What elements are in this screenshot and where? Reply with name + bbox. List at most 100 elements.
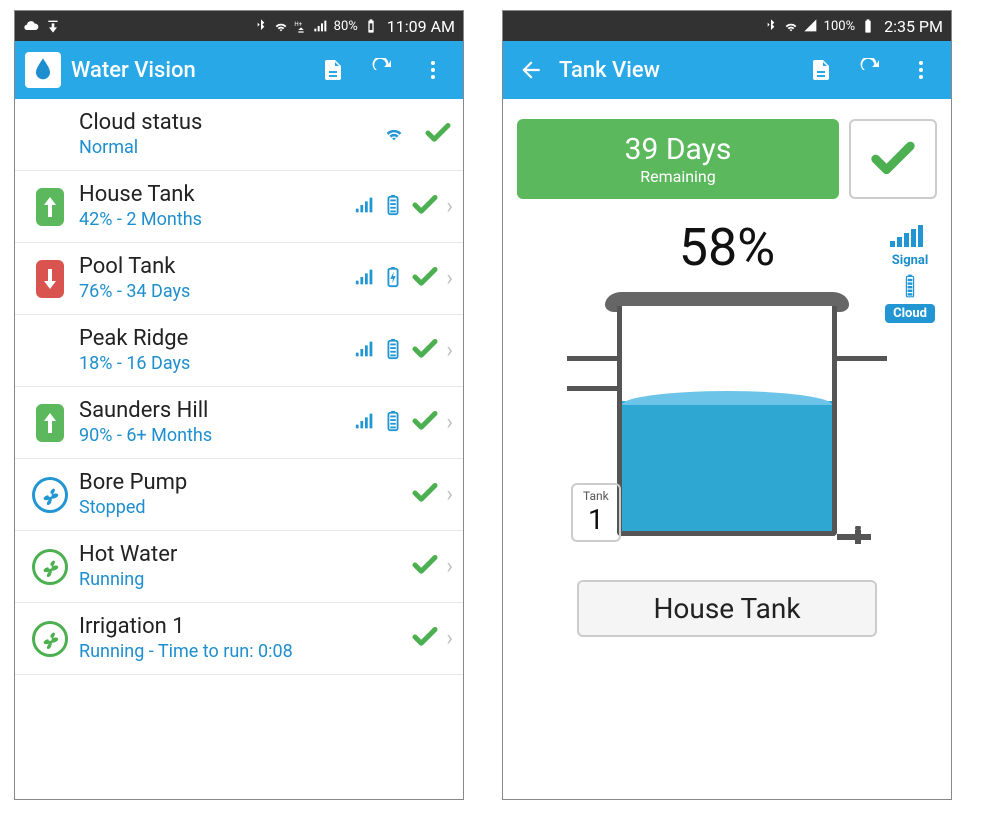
tank-diagram: Tank 1 — [567, 286, 887, 566]
battery-big-icon — [890, 274, 930, 298]
battery-icon — [382, 194, 404, 220]
check-icon — [410, 478, 440, 512]
brand-logo: WaterVision — [15, 664, 463, 793]
check-icon — [423, 118, 453, 152]
battery-icon — [382, 338, 404, 364]
chevron-right-icon: › — [446, 266, 453, 291]
overflow-button[interactable] — [413, 50, 453, 90]
list-item[interactable]: Saunders Hill90% - 6+ Months› — [15, 387, 463, 459]
bluetooth-icon — [253, 18, 269, 34]
check-icon — [410, 190, 440, 224]
chevron-right-icon: › — [446, 410, 453, 435]
download-icon — [45, 18, 61, 34]
statusbar: 100% 2:35 PM — [503, 11, 951, 41]
tank-view-content: 39 Days Remaining 58% Signal Cloud — [503, 99, 951, 799]
days-label: Remaining — [640, 167, 716, 186]
refresh-button[interactable] — [363, 50, 403, 90]
appbar: Water Vision — [15, 41, 463, 99]
signal-bars-icon — [890, 223, 930, 247]
signal-icon — [313, 18, 329, 34]
list-item[interactable]: Pool Tank76% - 34 Days › — [15, 243, 463, 315]
chevron-right-icon: › — [446, 194, 453, 219]
document-button[interactable] — [801, 50, 841, 90]
check-icon — [410, 622, 440, 656]
days-remaining-box[interactable]: 39 Days Remaining — [517, 119, 839, 199]
days-value: 39 Days — [625, 132, 732, 167]
bluetooth-icon — [763, 18, 779, 34]
side-indicators: Signal Cloud — [885, 223, 935, 323]
battery-icon — [860, 18, 876, 34]
signal-label: Signal — [892, 253, 929, 268]
tank-number-box[interactable]: Tank 1 — [571, 483, 621, 542]
battery-icon — [363, 18, 379, 34]
list-item[interactable]: Bore PumpStopped › — [15, 459, 463, 531]
appbar-title: Water Vision — [71, 58, 303, 83]
list-item[interactable]: Cloud statusNormal — [15, 99, 463, 171]
item-subtitle: 76% - 34 Days — [79, 281, 354, 302]
app-logo-icon — [25, 52, 61, 88]
chevron-right-icon: › — [446, 338, 453, 363]
item-title: House Tank — [79, 183, 354, 207]
cloud-label: Cloud — [885, 304, 935, 323]
item-subtitle: 42% - 2 Months — [79, 209, 354, 230]
appbar-title: Tank View — [559, 58, 791, 83]
wifi-icon — [783, 18, 799, 34]
arrow-up-icon — [36, 188, 64, 226]
tank-name-box[interactable]: House Tank — [577, 580, 877, 637]
tank-number-label: Tank — [583, 489, 609, 503]
tap-icon — [837, 526, 873, 548]
item-subtitle: Running - Time to run: 0:08 — [79, 641, 410, 662]
cloud-icon — [23, 18, 39, 34]
arrow-up-icon — [36, 404, 64, 442]
list-item[interactable]: House Tank42% - 2 Months › — [15, 171, 463, 243]
device-list: Cloud statusNormalHouse Tank42% - 2 Mont… — [15, 99, 463, 799]
data-icon: H+ — [293, 18, 309, 34]
check-icon — [410, 262, 440, 296]
overflow-button[interactable] — [901, 50, 941, 90]
svg-text:H+: H+ — [294, 21, 302, 28]
arrow-down-icon — [36, 260, 64, 298]
statusbar: H+ 80% 11:09 AM — [15, 11, 463, 41]
wifi-icon — [273, 18, 289, 34]
signal-icon — [354, 194, 376, 220]
signal-icon — [803, 18, 819, 34]
item-title: Peak Ridge — [79, 327, 354, 351]
status-check-box[interactable] — [849, 119, 937, 199]
item-subtitle: Stopped — [79, 497, 410, 518]
chevron-right-icon: › — [446, 626, 453, 651]
appbar: Tank View — [503, 41, 951, 99]
item-subtitle: Normal — [79, 137, 383, 158]
signal-icon — [354, 266, 376, 292]
refresh-button[interactable] — [851, 50, 891, 90]
list-item[interactable]: Peak Ridge18% - 16 Days › — [15, 315, 463, 387]
fan-icon — [32, 549, 68, 585]
check-icon — [410, 550, 440, 584]
item-title: Cloud status — [79, 111, 383, 135]
check-icon — [410, 334, 440, 368]
signal-icon — [354, 410, 376, 436]
item-title: Hot Water — [79, 543, 410, 567]
list-item[interactable]: Hot WaterRunning › — [15, 531, 463, 603]
item-subtitle: 18% - 16 Days — [79, 353, 354, 374]
item-title: Irrigation 1 — [79, 615, 410, 639]
back-button[interactable] — [513, 52, 549, 88]
tank-number-value: 1 — [583, 503, 609, 536]
chevron-right-icon: › — [446, 554, 453, 579]
battery-icon — [382, 410, 404, 436]
clock: 2:35 PM — [884, 17, 943, 36]
wifi-icon — [383, 122, 417, 148]
item-subtitle: Running — [79, 569, 410, 590]
battery-percent: 100% — [824, 19, 855, 34]
item-title: Saunders Hill — [79, 399, 354, 423]
phone-list-view: H+ 80% 11:09 AM Water Vision Cloud statu… — [14, 10, 464, 800]
chevron-right-icon: › — [446, 482, 453, 507]
fill-percent: 58% — [517, 217, 937, 278]
check-icon — [410, 406, 440, 440]
fan-icon — [32, 621, 68, 657]
list-item[interactable]: Irrigation 1Running - Time to run: 0:08 › — [15, 603, 463, 675]
phone-tank-view: 100% 2:35 PM Tank View 39 Days Remaining… — [502, 10, 952, 800]
item-title: Bore Pump — [79, 471, 410, 495]
document-button[interactable] — [313, 50, 353, 90]
item-title: Pool Tank — [79, 255, 354, 279]
battery-icon — [382, 266, 404, 292]
